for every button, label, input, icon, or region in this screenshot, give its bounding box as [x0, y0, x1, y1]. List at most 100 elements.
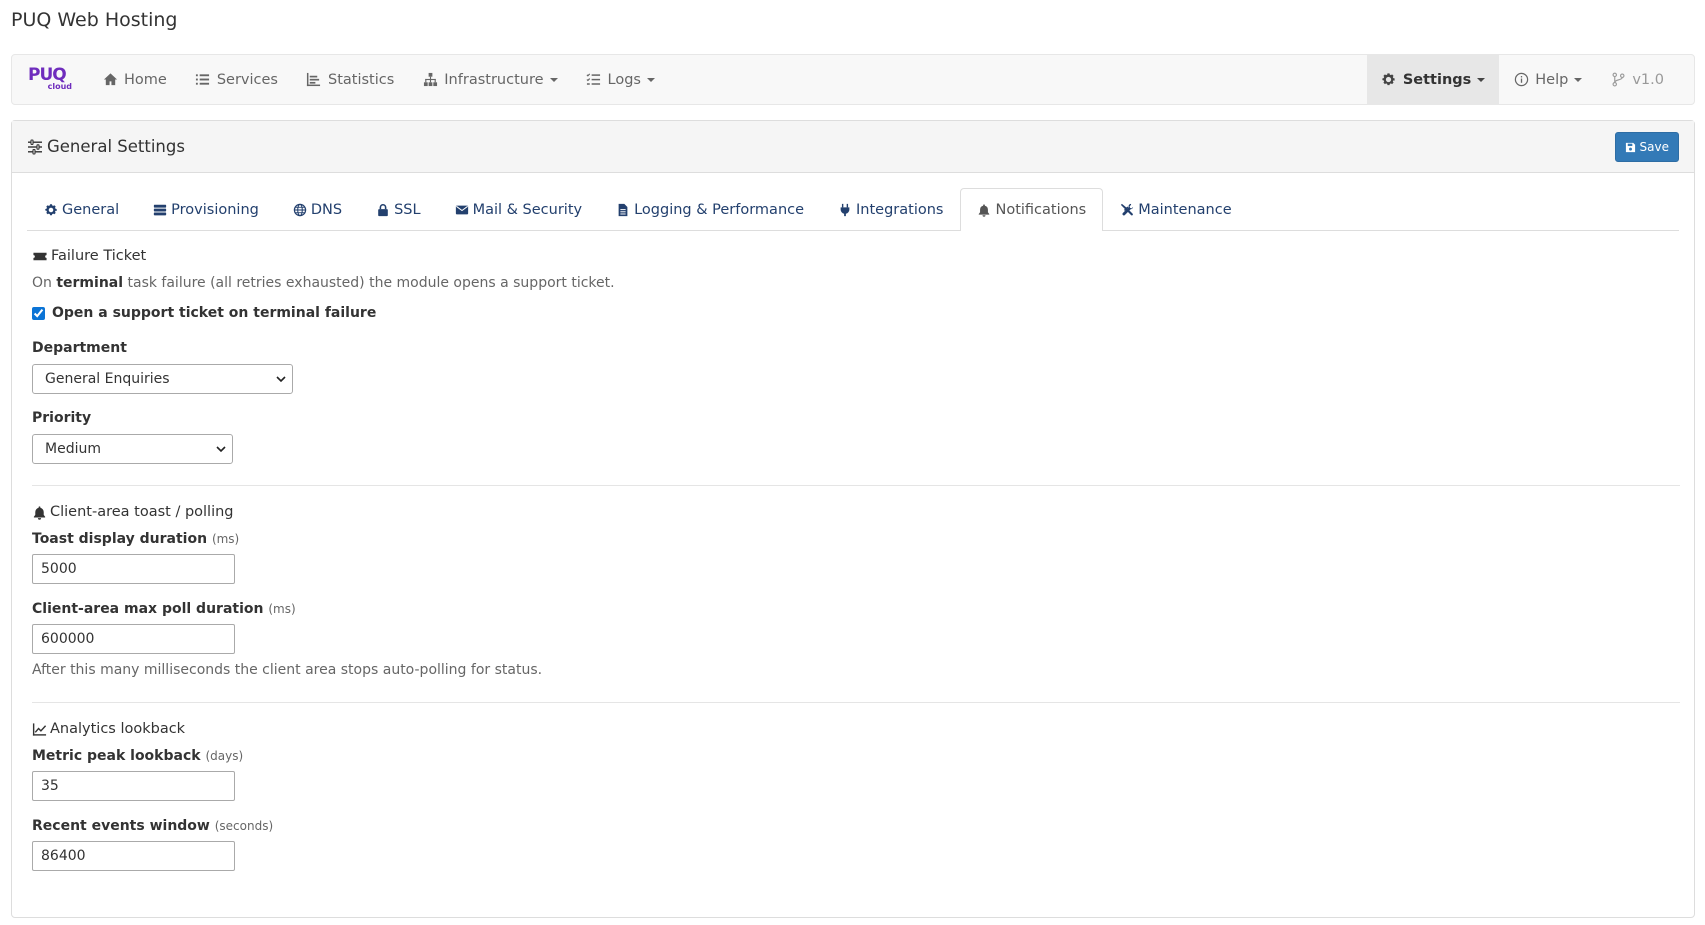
events-window-label: Recent events window (seconds): [32, 818, 273, 834]
events-window-unit: (seconds): [214, 819, 274, 833]
nav-version[interactable]: v1.0: [1596, 55, 1694, 104]
help-text-suffix: task failure (all retries exhausted) the…: [123, 275, 615, 291]
line-chart-icon: [32, 722, 47, 736]
lock-icon: [378, 204, 388, 217]
nav-logs[interactable]: Logs: [572, 55, 669, 104]
poll-duration-help: After this many milliseconds the client …: [32, 662, 543, 678]
chevron-down-icon: [549, 77, 558, 82]
tab-ssl-label: SSL: [394, 202, 421, 218]
sitemap-icon: [422, 72, 438, 88]
brand-logo-subtext: cloud: [47, 81, 72, 91]
plug-icon: [840, 203, 850, 217]
nav-infrastructure-label: Infrastructure: [444, 71, 544, 88]
toast-duration-label-text: Toast display duration: [32, 531, 208, 547]
events-window-input[interactable]: [32, 841, 235, 871]
list-icon: [195, 72, 211, 88]
priority-selected-value: Medium: [45, 441, 101, 457]
tab-mail-security[interactable]: Mail & Security: [438, 188, 600, 231]
chevron-down-icon: [216, 446, 226, 453]
tools-icon: [1121, 203, 1134, 216]
open-ticket-checkbox-label: Open a support ticket on terminal failur…: [52, 305, 377, 321]
priority-label: Priority: [32, 410, 92, 426]
department-label: Department: [32, 340, 127, 356]
tasks-icon: [586, 72, 602, 88]
failure-ticket-help: On terminal task failure (all retries ex…: [32, 275, 615, 291]
nav-settings-label: Settings: [1402, 71, 1472, 88]
toast-duration-unit: (ms): [211, 532, 240, 546]
analytics-title: Analytics lookback: [50, 721, 186, 737]
info-circle-icon: [1513, 72, 1529, 88]
poll-duration-label: Client-area max poll duration (ms): [32, 601, 296, 617]
panel-title-text: General Settings: [47, 137, 185, 156]
tab-dns[interactable]: DNS: [276, 188, 359, 231]
page-title: PUQ Web Hosting: [11, 9, 178, 31]
open-ticket-checkbox[interactable]: [32, 306, 45, 320]
home-icon: [102, 72, 118, 88]
envelope-icon: [455, 205, 468, 215]
failure-ticket-title: Failure Ticket: [51, 248, 147, 264]
tab-provisioning[interactable]: Provisioning: [136, 188, 276, 231]
file-icon: [618, 203, 628, 217]
poll-duration-label-text: Client-area max poll duration: [32, 601, 264, 617]
peak-lookback-unit: (days): [205, 749, 244, 763]
settings-tabs: General Provisioning DNS SSL Mail & Secu…: [27, 188, 1679, 231]
ticket-icon: [33, 252, 47, 260]
server-icon: [154, 204, 167, 216]
chevron-down-icon: [1574, 77, 1583, 82]
nav-services-label: Services: [216, 71, 278, 88]
version-label: v1.0: [1632, 71, 1664, 88]
panel-title: General Settings: [27, 137, 185, 156]
tab-maintenance-label: Maintenance: [1138, 202, 1232, 218]
failure-ticket-heading: Failure Ticket: [32, 248, 146, 264]
brand-logo[interactable]: PUQ cloud: [12, 55, 88, 104]
chart-icon: [306, 72, 322, 88]
nav-statistics[interactable]: Statistics: [292, 55, 408, 104]
tab-mail-security-label: Mail & Security: [472, 202, 583, 218]
tab-maintenance[interactable]: Maintenance: [1103, 188, 1248, 231]
nav-home[interactable]: Home: [88, 55, 181, 104]
tab-integrations[interactable]: Integrations: [821, 188, 960, 231]
code-branch-icon: [1610, 72, 1626, 88]
nav-statistics-label: Statistics: [327, 71, 395, 88]
chevron-down-icon: [1477, 77, 1486, 82]
bell-icon: [979, 204, 990, 217]
tab-general[interactable]: General: [27, 188, 136, 231]
tab-logging-performance[interactable]: Logging & Performance: [599, 188, 821, 231]
analytics-heading: Analytics lookback: [32, 721, 185, 737]
peak-lookback-input[interactable]: [32, 771, 235, 801]
section-divider: [32, 485, 1680, 486]
tab-ssl[interactable]: SSL: [359, 188, 438, 231]
help-text-bold: terminal: [56, 275, 124, 291]
nav-services[interactable]: Services: [181, 55, 292, 104]
section-divider: [32, 702, 1680, 703]
gear-icon: [1381, 72, 1397, 88]
tab-general-label: General: [62, 202, 120, 218]
tab-provisioning-label: Provisioning: [171, 202, 259, 218]
cog-icon: [45, 204, 57, 216]
tab-notifications-label: Notifications: [995, 202, 1087, 218]
poll-duration-unit: (ms): [268, 602, 296, 616]
toast-duration-input[interactable]: [32, 554, 235, 584]
help-text-prefix: On: [32, 275, 57, 291]
globe-icon: [293, 203, 307, 217]
department-select[interactable]: General Enquiries: [32, 364, 293, 394]
peak-lookback-label-text: Metric peak lookback: [32, 748, 201, 764]
nav-help-label: Help: [1535, 71, 1569, 88]
sliders-icon: [28, 138, 42, 155]
nav-infrastructure[interactable]: Infrastructure: [408, 55, 571, 104]
top-navbar: PUQ cloud Home Services Statistics Infra…: [11, 54, 1695, 105]
priority-select[interactable]: Medium: [32, 434, 233, 464]
nav-home-label: Home: [124, 71, 167, 88]
tab-dns-label: DNS: [310, 202, 343, 218]
toast-heading: Client-area toast / polling: [32, 504, 234, 520]
nav-settings[interactable]: Settings: [1366, 55, 1500, 104]
save-button-label: Save: [1639, 140, 1669, 154]
nav-help[interactable]: Help: [1499, 55, 1596, 104]
settings-panel: General Settings Save General Provisioni…: [11, 120, 1695, 918]
open-ticket-checkbox-row[interactable]: Open a support ticket on terminal failur…: [32, 305, 376, 321]
save-button[interactable]: Save: [1614, 132, 1679, 162]
panel-heading: General Settings Save: [12, 121, 1694, 173]
tab-notifications[interactable]: Notifications: [960, 188, 1104, 231]
poll-duration-input[interactable]: [32, 624, 235, 654]
events-window-label-text: Recent events window: [32, 818, 210, 834]
